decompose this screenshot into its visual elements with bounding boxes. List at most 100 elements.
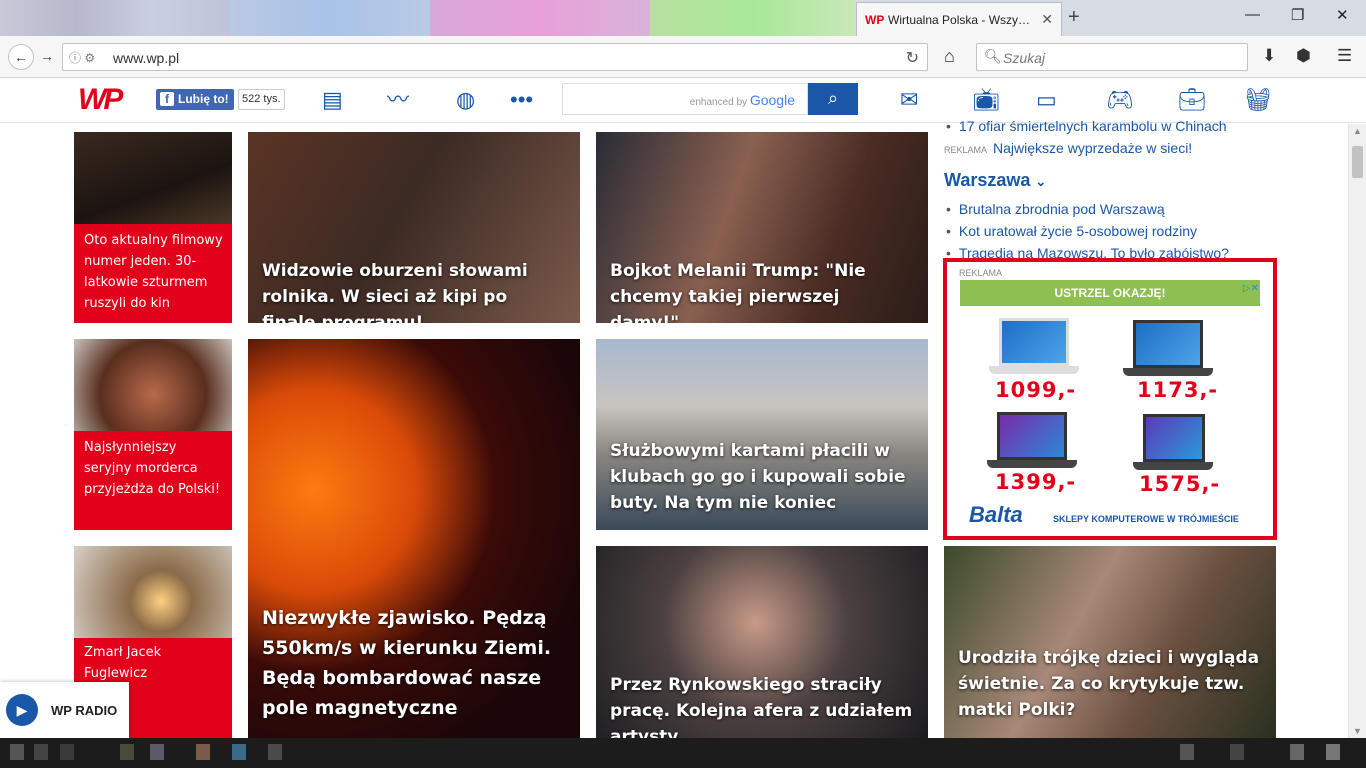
url-text: www.wp.pl <box>113 50 180 66</box>
news-caption: Bojkot Melanii Trump: "Nie chcemy takiej… <box>610 261 866 323</box>
scroll-down-icon[interactable]: ▼ <box>1353 726 1362 736</box>
news-caption: Niezwykłe zjawisko. Pędzą 550km/s w kier… <box>262 607 552 719</box>
browser-tab[interactable] <box>230 0 430 36</box>
ad-tagline: SKLEPY KOMPUTEROWE W TRÓJMIEŚCIE <box>1053 514 1239 524</box>
back-icon[interactable]: ← <box>8 44 34 70</box>
tab-wirtualna-polska[interactable]: WP Wirtualna Polska - Wszy… ✕ <box>856 2 1062 36</box>
section-title-warszawa[interactable]: Warszawa ⌄ <box>944 170 1046 191</box>
news-caption: Zmarł Jacek Fuglewicz <box>84 645 162 681</box>
tray-item[interactable] <box>1326 744 1340 760</box>
scroll-up-icon[interactable]: ▲ <box>1353 126 1362 136</box>
ad-headline: USTRZEL OKAZJĘ! <box>960 280 1260 306</box>
adchoices-icon[interactable]: ▷✕ <box>1243 283 1259 294</box>
laptop-image <box>987 412 1077 474</box>
new-tab-icon[interactable]: + <box>1068 6 1080 28</box>
browser-tabstrip: WP Wirtualna Polska - Wszy… ✕ + — ❐ ✕ <box>0 0 1366 36</box>
close-tab-icon[interactable]: ✕ <box>1041 11 1053 28</box>
sponsored-link[interactable]: REKLAMA Największe wyprzedaże w sieci! <box>944 140 1192 156</box>
news-caption: Oto aktualny filmowy numer jeden. 30-lat… <box>84 233 223 311</box>
home-icon[interactable]: ⌂ <box>944 46 955 67</box>
browser-tab[interactable] <box>650 0 855 36</box>
forward-icon[interactable]: → <box>34 44 60 70</box>
scroll-thumb[interactable] <box>1352 146 1363 178</box>
page-scrollbar[interactable]: ▲ ▼ <box>1348 124 1366 738</box>
download-icon[interactable]: ⬇ <box>1262 46 1276 66</box>
google-branding: enhanced by Google <box>689 92 795 108</box>
sport-ball-icon[interactable]: ◍ <box>456 89 475 111</box>
browser-navbar: ← → ⓘ ⚙ www.wp.pl ↻ ⌂ 🔍︎ Szukaj ⬇ ⬢ ☰ <box>0 36 1366 78</box>
news-caption: Służbowymi kartami płacili w klubach go … <box>610 441 906 513</box>
reload-icon[interactable]: ↻ <box>906 48 919 68</box>
bullet-icon: • <box>946 223 951 239</box>
taskbar-item[interactable] <box>34 744 48 760</box>
ad-banner[interactable]: REKLAMA USTRZEL OKAZJĘ! ▷✕ 1099,- 1173,-… <box>943 258 1277 540</box>
bullet-icon: • <box>946 245 951 259</box>
tray-item[interactable] <box>1290 744 1304 760</box>
news-card-small[interactable]: Oto aktualny filmowy numer jeden. 30-lat… <box>74 132 232 323</box>
video-camera-icon[interactable]: ▭ <box>1036 89 1057 111</box>
tray-item[interactable] <box>1180 744 1194 760</box>
search-placeholder: Szukaj <box>1003 50 1046 66</box>
site-header: WP f Lubię to! 522 tys. ▤ 〰 ◍ ••• enhanc… <box>0 79 1366 123</box>
bullet-icon: • <box>946 118 951 134</box>
browser-tab[interactable] <box>0 0 230 36</box>
news-card[interactable]: Widzowie oburzeni słowami rolnika. W sie… <box>248 132 580 323</box>
site-search-input[interactable]: enhanced by Google <box>562 83 808 115</box>
extension-icon[interactable]: ⬢ <box>1296 46 1311 66</box>
site-search-button[interactable]: ⌕ <box>808 83 858 115</box>
tab-title: Wirtualna Polska - Wszy… <box>888 12 1031 27</box>
news-caption: Przez Rynkowskiego straciły pracę. Kolej… <box>610 675 913 738</box>
browser-search-input[interactable]: 🔍︎ Szukaj <box>976 43 1248 71</box>
fb-like-count: 522 tys. <box>238 89 285 110</box>
mail-icon[interactable]: ✉ <box>900 89 918 111</box>
fb-like-label: Lubię to! <box>178 92 229 106</box>
briefcase-icon[interactable]: 💼︎ <box>1178 89 1206 111</box>
taskbar-item[interactable] <box>196 744 210 760</box>
url-bar[interactable]: ⓘ ⚙ www.wp.pl ↻ <box>62 43 928 71</box>
finance-chart-icon[interactable]: 〰 <box>387 89 409 111</box>
news-link[interactable]: • Tragedia na Mazowszu. To było zabójstwo… <box>946 245 1229 259</box>
ad-tag: REKLAMA <box>944 145 988 155</box>
more-icon[interactable]: ••• <box>510 89 533 111</box>
news-link[interactable]: • Kot uratował życie 5-osobowej rodziny <box>946 223 1197 239</box>
maximize-icon[interactable]: ❐ <box>1291 6 1304 24</box>
taskbar-item[interactable] <box>150 744 164 760</box>
news-icon[interactable]: ▤ <box>322 89 343 111</box>
chevron-down-icon: ⌄ <box>1035 174 1047 189</box>
ad-brand-logo: Balta <box>969 502 1023 527</box>
news-card[interactable]: Bojkot Melanii Trump: "Nie chcemy takiej… <box>596 132 928 323</box>
laptop-image <box>1123 320 1213 382</box>
news-link[interactable]: • Brutalna zbrodnia pod Warszawą <box>946 201 1165 217</box>
gamepad-icon[interactable]: 🎮︎ <box>1106 89 1134 111</box>
tray-item[interactable] <box>1230 744 1244 760</box>
news-card[interactable]: Służbowymi kartami płacili w klubach go … <box>596 339 928 530</box>
fb-like-button[interactable]: f Lubię to! <box>156 89 234 110</box>
price-label: 1575,- <box>1139 472 1221 496</box>
news-card-small[interactable]: Najsłynniejszy seryjny morderca przyjeżd… <box>74 339 232 530</box>
wp-radio-widget[interactable]: ▶ WP RADIO <box>0 682 129 738</box>
taskbar-item[interactable] <box>268 744 282 760</box>
menu-icon[interactable]: ☰ <box>1337 46 1352 66</box>
tv-icon[interactable]: 📺︎ <box>972 89 1000 111</box>
search-icon: 🔍︎ <box>984 48 1002 64</box>
site-info-icon[interactable]: ⓘ ⚙ <box>69 49 95 66</box>
taskbar-item[interactable] <box>10 744 24 760</box>
news-link[interactable]: • 17 ofiar śmiertelnych karambolu w China… <box>946 118 1227 134</box>
facebook-icon: f <box>160 92 174 106</box>
ad-tag: REKLAMA <box>959 268 1003 278</box>
news-card[interactable]: Urodziła trójkę dzieci i wygląda świetni… <box>944 546 1276 738</box>
shopping-basket-icon[interactable]: 🧺︎ <box>1244 89 1272 111</box>
taskbar-item[interactable] <box>232 744 246 760</box>
minimize-icon[interactable]: — <box>1245 6 1260 23</box>
news-caption: Widzowie oburzeni słowami rolnika. W sie… <box>262 261 528 323</box>
wp-logo[interactable]: WP <box>78 85 134 115</box>
news-card[interactable]: Niezwykłe zjawisko. Pędzą 550km/s w kier… <box>248 339 580 738</box>
price-label: 1099,- <box>995 378 1077 402</box>
browser-tab[interactable] <box>430 0 650 36</box>
play-icon[interactable]: ▶ <box>6 694 38 726</box>
news-card[interactable]: Przez Rynkowskiego straciły pracę. Kolej… <box>596 546 928 738</box>
news-caption: Urodziła trójkę dzieci i wygląda świetni… <box>958 648 1260 720</box>
taskbar-item[interactable] <box>60 744 74 760</box>
close-window-icon[interactable]: ✕ <box>1336 6 1349 24</box>
taskbar-item[interactable] <box>120 744 134 760</box>
